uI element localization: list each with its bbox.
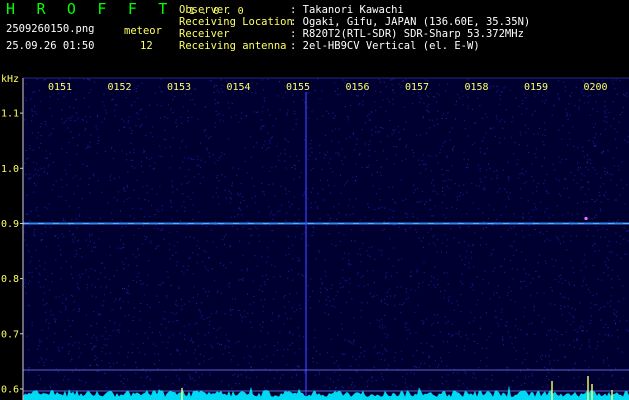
x-tick-label: 0155 [286, 82, 310, 93]
x-tick-label: 0158 [464, 82, 488, 93]
y-tick-label: 1.1 [1, 109, 19, 120]
x-tick-label: 0154 [226, 82, 250, 93]
x-tick-label: 0153 [167, 82, 191, 93]
y-tick-label: 0.7 [1, 329, 19, 340]
y-tick-label: 0.9 [1, 219, 19, 230]
y-tick-label: 1.0 [1, 164, 19, 175]
y-tick-label: 0.8 [1, 274, 19, 285]
observer-value: : Takanori Kawachi [290, 4, 404, 16]
receiver-label: Receiver [179, 28, 230, 40]
spectrogram: 0151 0152 0153 0154 0155 0156 0157 0158 0159 0200… [1, 74, 629, 400]
antenna-value: : 2el-HB9CV Vertical (el. E-W) [290, 40, 480, 52]
file-name: 2509260150.png [6, 23, 95, 35]
location-value: : Ogaki, Gifu, JAPAN (136.60E, 35.35N) [290, 16, 531, 28]
meteor-count: 12 [140, 40, 153, 52]
antenna-label: Receiving antenna [179, 40, 287, 52]
x-tick-label: 0157 [405, 82, 429, 93]
y-axis-unit: kHz [1, 74, 19, 85]
file-timestamp: 25.09.26 01:50 [6, 40, 95, 52]
y-tick-labels: 1.1 1.0 0.9 0.8 0.7 0.6 [1, 109, 23, 395]
hrofft-window: 0151 0152 0153 0154 0155 0156 0157 0158 0159 0200… [0, 0, 629, 400]
app-name: H R O F F T [6, 0, 174, 18]
observer-label: Observer [179, 4, 230, 16]
meteor-echo [584, 216, 588, 221]
x-tick-label: 0200 [583, 82, 607, 93]
y-tick-label: 0.6 [1, 384, 19, 395]
location-label: Receiving Location [179, 16, 293, 28]
meteor-label: meteor [124, 25, 162, 37]
spectrogram-background [23, 78, 629, 400]
receiver-value: : R820T2(RTL-SDR) SDR-Sharp 53.372MHz [290, 28, 524, 40]
x-tick-label: 0159 [524, 82, 548, 93]
x-tick-label: 0151 [48, 82, 72, 93]
x-tick-label: 0152 [107, 82, 131, 93]
x-tick-label: 0156 [345, 82, 369, 93]
